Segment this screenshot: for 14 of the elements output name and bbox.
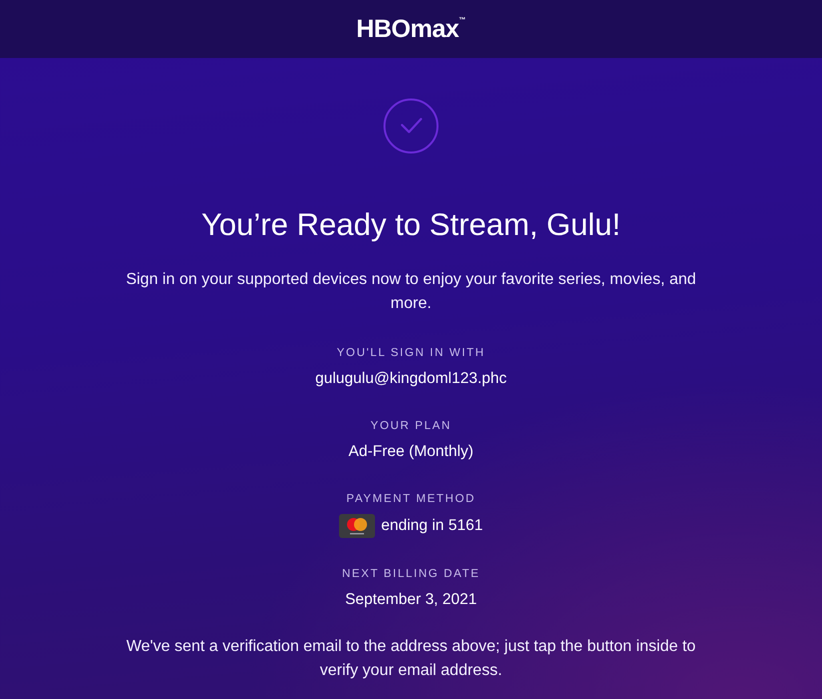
check-circle-icon	[383, 98, 439, 154]
intro-text: Sign in on your supported devices now to enjoy your favorite series, movies, and more.	[124, 270, 698, 314]
detail-label: NEXT BILLING DATE	[342, 567, 480, 581]
detail-value: ending in 5161	[381, 516, 483, 536]
verification-note: We've sent a verification email to the address above; just tap the button inside to verify your email address.	[125, 637, 697, 681]
detail-value: gulugulu@kingdoml123.phc	[315, 369, 507, 389]
detail-label: YOU'LL SIGN IN WITH	[336, 346, 486, 360]
detail-label: YOUR PLAN	[370, 419, 452, 433]
card-icon	[339, 514, 376, 538]
detail-value: Ad-Free (Monthly)	[348, 442, 474, 462]
logo[interactable]: HBOmax$^{™}$	[356, 16, 466, 42]
detail-value: September 3, 2021	[345, 590, 477, 610]
page-title: You’re Ready to Stream, Gulu!	[201, 206, 621, 244]
detail-label: PAYMENT METHOD	[346, 492, 476, 506]
